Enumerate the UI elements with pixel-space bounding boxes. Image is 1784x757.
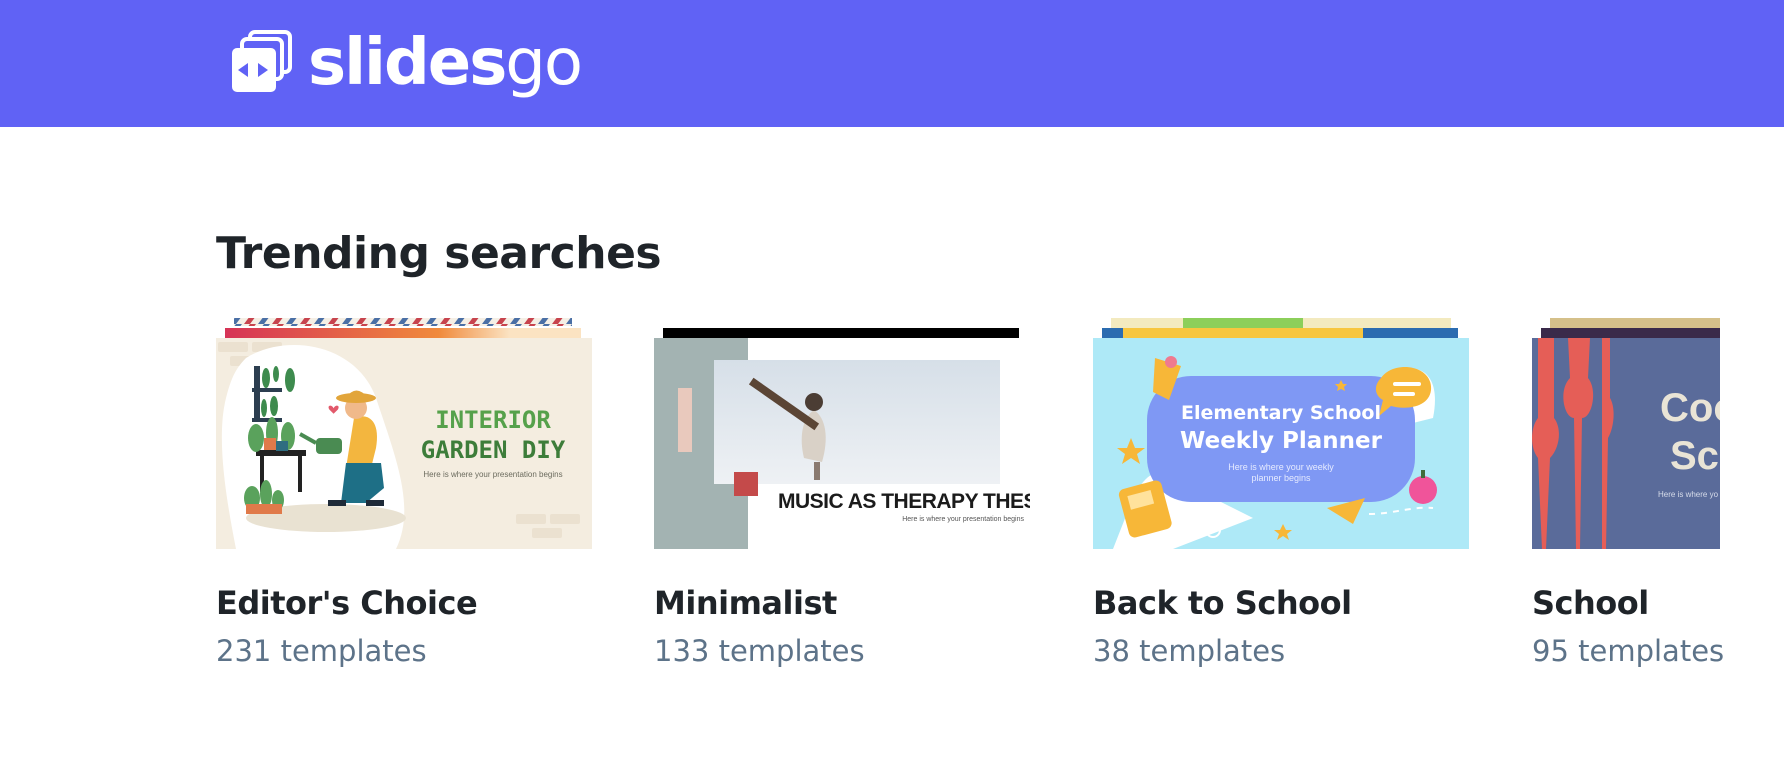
- thumbnail-interior-garden: INTERIOR GARDEN DIY Here is where your p…: [216, 338, 592, 549]
- thumbnail-music-therapy: MUSIC AS THERAPY THESIS Here is where yo…: [654, 338, 1030, 549]
- thumb-title-line1: Elementary School: [1181, 402, 1381, 424]
- logo-wordmark-bold: slides: [308, 26, 507, 100]
- logo-wordmark: slidesgo: [308, 31, 583, 95]
- top-header: slidesgo: [0, 0, 1784, 127]
- thumb-title-line2: Sch: [1670, 434, 1720, 478]
- thumb-subtitle: Here is where your presentation begins: [902, 516, 1024, 523]
- thumb-subtitle-line2: planner begins: [1251, 473, 1311, 483]
- thumb-subtitle: Here is where your presentation begins: [423, 470, 563, 479]
- logo-wordmark-light: go: [505, 26, 583, 100]
- stack-layers: [663, 328, 1019, 338]
- thumbnail-cool-school: Cool Sch Here is where yo: [1532, 338, 1720, 549]
- stack-layers: [1102, 318, 1458, 338]
- card-template-count: 133 templates: [654, 634, 865, 668]
- card-template-count: 231 templates: [216, 634, 427, 668]
- card-name[interactable]: School: [1532, 584, 1649, 622]
- stack-layers: [1541, 318, 1720, 338]
- card-name[interactable]: Editor's Choice: [216, 584, 478, 622]
- card-template-count: 38 templates: [1093, 634, 1286, 668]
- thumb-title-line2: GARDEN DIY: [420, 436, 566, 464]
- card-name[interactable]: Back to School: [1093, 584, 1352, 622]
- thumb-subtitle-line1: Here is where your weekly: [1228, 462, 1334, 472]
- card-template-count: 95 templates: [1532, 634, 1725, 668]
- slidesgo-logo-icon: [232, 30, 292, 92]
- card-name[interactable]: Minimalist: [654, 584, 837, 622]
- thumb-title: MUSIC AS THERAPY THESIS: [778, 490, 1030, 513]
- thumb-title-line2: Weekly Planner: [1180, 428, 1382, 454]
- slidesgo-logo[interactable]: slidesgo: [228, 30, 583, 96]
- stack-layers: [225, 318, 581, 338]
- thumb-subtitle: Here is where yo: [1658, 490, 1719, 499]
- thumbnail-weekly-planner: Elementary School Weekly Planner Here is…: [1093, 338, 1469, 549]
- thumb-title-line1: INTERIOR: [435, 406, 551, 434]
- trending-searches-title: Trending searches: [216, 228, 662, 279]
- thumb-title-line1: Cool: [1660, 386, 1720, 430]
